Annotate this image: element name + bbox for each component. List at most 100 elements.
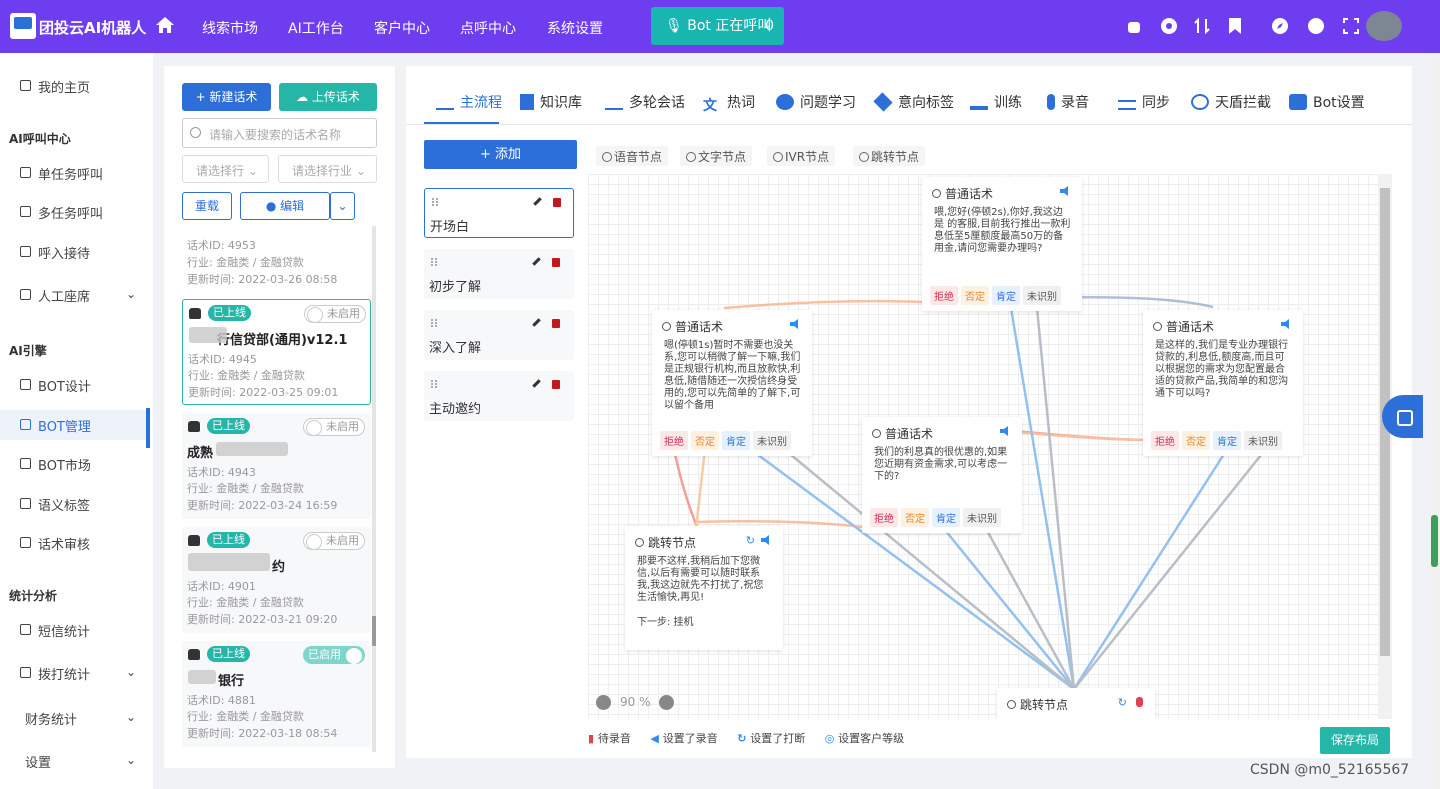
flow-node[interactable]: 普通话术 喂,您好(停顿2s),你好,我这边是 的客服,目前我行推出一款利息低至… <box>922 177 1082 311</box>
page-scrollbar[interactable] <box>1429 53 1440 789</box>
flow-canvas[interactable]: 普通话术 喂,您好(停顿2s),你好,我这边是 的客服,目前我行推出一款利息低至… <box>588 174 1378 719</box>
sidebar-item-home[interactable]: 我的主页 <box>0 71 150 101</box>
tag-reject[interactable]: 拒绝 <box>870 508 898 527</box>
tag-negative[interactable]: 否定 <box>901 508 929 527</box>
tag-unrecognized[interactable]: 未识别 <box>963 508 1001 527</box>
sidebar-item-semantic-tag[interactable]: 语义标签 <box>0 489 150 519</box>
robot-icon[interactable] <box>1125 17 1143 35</box>
tab-multi-turn[interactable]: 多轮会话 <box>605 92 685 112</box>
sidebar-item-bot-manage[interactable]: BOT管理 <box>0 410 150 440</box>
enable-toggle[interactable]: 未启用 <box>303 532 365 550</box>
list-item[interactable]: 已上线 未启用 行信贷部(通用)v12.1 话术ID: 4945 行业: 金融类… <box>182 299 371 405</box>
drag-handle-icon[interactable] <box>431 258 437 266</box>
tag-reject[interactable]: 拒绝 <box>660 431 688 450</box>
tag-positive[interactable]: 肯定 <box>992 286 1020 305</box>
bot-calling-button[interactable]: 🎙 Bot 正在呼叫 0 <box>651 7 784 45</box>
reload-button[interactable]: 重载 <box>182 192 232 220</box>
stage-item[interactable]: 开场白 <box>424 188 574 238</box>
flow-node[interactable]: 普通话术 嗯(停顿1s)暂时不需要也没关系,您可以稍微了解一下嘛,我们是正规银行… <box>652 310 812 456</box>
drag-handle-icon[interactable] <box>432 198 438 206</box>
globe-icon[interactable] <box>1307 17 1325 35</box>
nav-ai-workbench[interactable]: AI工作台 <box>288 18 344 38</box>
edit-button[interactable]: ● 编辑 <box>240 192 330 220</box>
edit-dropdown-button[interactable]: ⌄ <box>330 192 355 220</box>
tab-hotwords[interactable]: 文热词 <box>703 92 755 114</box>
flow-node[interactable]: 普通话术 是这样的,我们是专业办理银行贷款的,利息低,额度高,而且可以根据您的需… <box>1143 310 1303 456</box>
tab-main-flow[interactable]: 主流程 <box>436 92 502 112</box>
bookmark-icon[interactable] <box>1226 17 1244 35</box>
canvas-scrollbar[interactable] <box>1378 174 1392 719</box>
enable-toggle[interactable]: 未启用 <box>304 305 366 323</box>
avatar[interactable] <box>1366 11 1402 41</box>
node-type-jump[interactable]: 跳转节点 <box>853 146 926 166</box>
node-type-ivr[interactable]: IVR节点 <box>767 146 836 166</box>
edit-icon[interactable] <box>532 379 541 388</box>
delete-icon[interactable] <box>552 380 560 389</box>
drag-handle-icon[interactable] <box>431 380 437 388</box>
flow-node[interactable]: 普通话术 我们的利息真的很优惠的,如果您近期有资金需求,可以考虑一下的? 拒绝否… <box>862 417 1022 533</box>
tab-question-learning[interactable]: 问题学习 <box>776 92 856 112</box>
sidebar-item-settings[interactable]: 设置 ⌄ <box>0 746 150 776</box>
sidebar-item-single-task[interactable]: 单任务呼叫 <box>0 158 150 188</box>
list-scrollbar[interactable] <box>372 226 376 752</box>
tab-sync[interactable]: 同步 <box>1118 92 1170 112</box>
sidebar-item-agent-seat[interactable]: 人工座席 ⌄ <box>0 280 150 310</box>
tab-knowledge[interactable]: 知识库 <box>520 92 582 112</box>
home-icon[interactable] <box>155 15 175 35</box>
node-type-text[interactable]: 文字节点 <box>680 146 753 166</box>
search-input[interactable]: 请输入要搜索的话术名称 <box>182 118 377 148</box>
aperture-icon[interactable] <box>1160 17 1178 35</box>
list-item[interactable]: 话术ID: 4953 行业: 金融类 / 金融贷款 更新时间: 2022-03-… <box>182 226 371 291</box>
tag-reject[interactable]: 拒绝 <box>1151 431 1179 450</box>
delete-icon[interactable] <box>553 198 561 207</box>
zoom-out-icon[interactable] <box>596 695 611 710</box>
industry-select[interactable]: 请选择行业 ⌄ <box>278 155 377 183</box>
nav-call-center[interactable]: 点呼中心 <box>460 18 516 38</box>
compass-icon[interactable] <box>1271 17 1289 35</box>
sidebar-item-script-review[interactable]: 话术审核 <box>0 528 150 558</box>
sidebar-item-sms-stats[interactable]: 短信统计 <box>0 615 150 645</box>
stage-item[interactable]: 主动邀约 <box>424 371 574 421</box>
sidebar-item-inbound[interactable]: 呼入接待 <box>0 237 150 267</box>
tab-training[interactable]: 训练 <box>970 92 1022 112</box>
save-layout-button[interactable]: 保存布局 <box>1320 727 1390 754</box>
zoom-in-icon[interactable] <box>659 695 674 710</box>
nav-system-settings[interactable]: 系统设置 <box>547 18 603 38</box>
new-script-button[interactable]: + 新建话术 <box>182 83 271 111</box>
flow-node[interactable]: 跳转节点 ↻ <box>997 688 1155 719</box>
tag-negative[interactable]: 否定 <box>961 286 989 305</box>
enable-toggle[interactable]: 已启用 <box>303 646 365 664</box>
tag-reject[interactable]: 拒绝 <box>930 286 958 305</box>
tag-negative[interactable]: 否定 <box>1182 431 1210 450</box>
list-item[interactable]: 已上线 已启用 银行 话术ID: 4881 行业: 金融类 / 金融贷款 更新时… <box>182 641 371 747</box>
tab-shield-block[interactable]: 天盾拦截 <box>1191 92 1271 112</box>
tag-negative[interactable]: 否定 <box>691 431 719 450</box>
list-item[interactable]: 已上线 未启用 成熟 话术ID: 4943 行业: 金融类 / 金融贷款 更新时… <box>182 413 371 519</box>
transfer-icon[interactable] <box>1193 17 1211 35</box>
sidebar-item-bot-design[interactable]: BOT设计 <box>0 370 150 400</box>
delete-icon[interactable] <box>552 319 560 328</box>
tag-positive[interactable]: 肯定 <box>932 508 960 527</box>
sidebar-item-bot-market[interactable]: BOT市场 <box>0 449 150 479</box>
tag-unrecognized[interactable]: 未识别 <box>1023 286 1061 305</box>
tag-positive[interactable]: 肯定 <box>722 431 750 450</box>
nav-lead-market[interactable]: 线索市场 <box>202 18 258 38</box>
tab-recording[interactable]: 录音 <box>1047 92 1089 112</box>
edit-icon[interactable] <box>533 197 542 206</box>
list-item[interactable]: 已上线 未启用 约 话术ID: 4901 行业: 金融类 / 金融贷款 更新时间… <box>182 527 371 633</box>
sidebar-item-finance-stats[interactable]: 财务统计 ⌄ <box>0 703 150 733</box>
drag-handle-icon[interactable] <box>431 319 437 327</box>
sidebar-item-dial-stats[interactable]: 拨打统计 ⌄ <box>0 658 150 688</box>
delete-icon[interactable] <box>552 258 560 267</box>
tab-intent-tag[interactable]: 意向标签 <box>873 92 954 112</box>
floating-phone-button[interactable] <box>1382 395 1423 438</box>
nav-customer-center[interactable]: 客户中心 <box>374 18 430 38</box>
tag-unrecognized[interactable]: 未识别 <box>1244 431 1282 450</box>
node-type-voice[interactable]: 语音节点 <box>596 146 669 166</box>
tag-positive[interactable]: 肯定 <box>1213 431 1241 450</box>
edit-icon[interactable] <box>532 318 541 327</box>
tag-unrecognized[interactable]: 未识别 <box>753 431 791 450</box>
fullscreen-icon[interactable] <box>1342 17 1360 35</box>
sidebar-item-multi-task[interactable]: 多任务呼叫 <box>0 197 150 227</box>
type-select[interactable]: 请选择行 ⌄ <box>182 155 269 183</box>
